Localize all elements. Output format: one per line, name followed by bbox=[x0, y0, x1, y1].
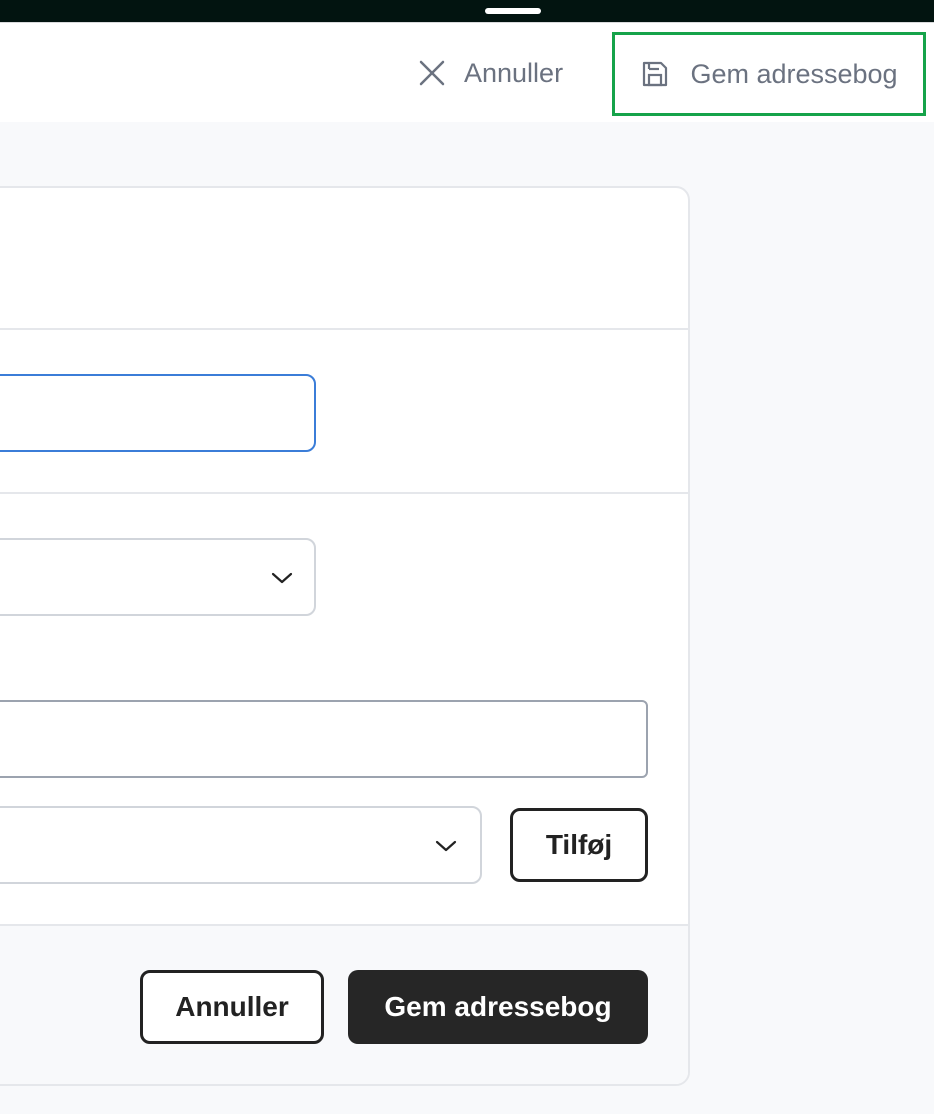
text-input[interactable] bbox=[0, 700, 648, 778]
section-divider bbox=[0, 328, 688, 330]
header-cancel-label: Annuller bbox=[464, 57, 564, 88]
header-save-label: Gem adressebog bbox=[690, 58, 898, 89]
system-top-bar bbox=[0, 0, 934, 22]
address-book-form-card: Tilføj Annuller Gem adressebog bbox=[0, 186, 690, 1086]
form-footer: Annuller Gem adressebog bbox=[0, 926, 688, 1084]
floppy-disk-icon bbox=[643, 61, 668, 87]
section-divider bbox=[0, 492, 688, 494]
type-select[interactable] bbox=[0, 538, 316, 616]
page-header: Annuller Gem adressebog bbox=[0, 22, 934, 122]
add-button-label: Tilføj bbox=[545, 829, 613, 860]
chevron-down-icon bbox=[435, 840, 457, 852]
footer-save-label: Gem adressebog bbox=[384, 991, 612, 1022]
close-icon bbox=[419, 60, 445, 86]
footer-cancel-label: Annuller bbox=[175, 991, 289, 1022]
add-button[interactable]: Tilføj bbox=[510, 808, 648, 882]
header-cancel-button[interactable]: Annuller bbox=[418, 53, 563, 93]
footer-save-button[interactable]: Gem adressebog bbox=[348, 970, 648, 1044]
window-handle[interactable] bbox=[485, 8, 541, 14]
add-select[interactable] bbox=[0, 806, 482, 884]
header-save-button[interactable]: Gem adressebog bbox=[612, 32, 926, 116]
footer-cancel-button[interactable]: Annuller bbox=[140, 970, 324, 1044]
chevron-down-icon bbox=[271, 572, 293, 584]
name-input[interactable] bbox=[0, 374, 316, 452]
